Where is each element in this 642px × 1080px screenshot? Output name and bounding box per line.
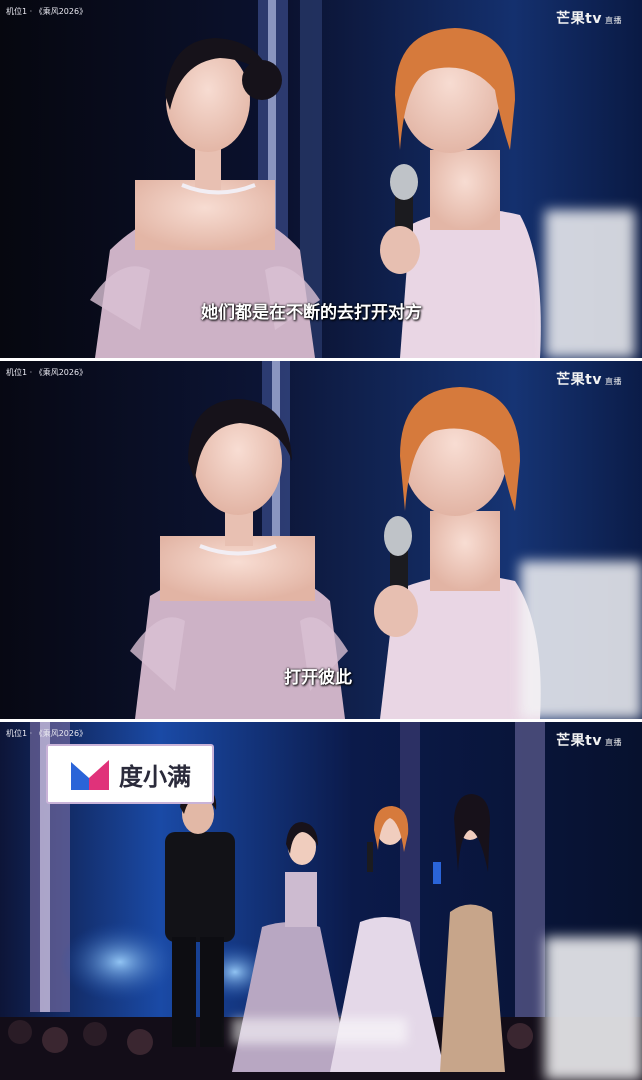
logo-text: 芒果tv: [556, 11, 602, 27]
mangotv-logo: 芒果tv 直播: [556, 8, 622, 28]
video-frame-2: 机位1 · 《乘风2026》 芒果tv 直播 打开彼此: [0, 361, 642, 719]
logo-text: 芒果tv: [556, 733, 602, 749]
sponsor-sign: 度小满: [46, 744, 214, 804]
subtitle-text: 打开彼此: [284, 668, 352, 688]
live-label: 直播: [605, 16, 622, 25]
subtitle-text: 她们都是在不断的去打开对方: [201, 303, 422, 323]
video-frame-3: 机位1 · 《乘风2026》 芒果tv 直播 度小满: [0, 722, 642, 1080]
duxiaoman-logo-icon: [71, 760, 109, 790]
camera-channel-label: 机位1 · 《乘风2026》: [6, 368, 88, 377]
live-label: 直播: [605, 738, 622, 747]
logo-text: 芒果tv: [556, 372, 602, 388]
sponsor-name: 度小满: [119, 762, 191, 791]
mangotv-logo: 芒果tv 直播: [556, 369, 622, 389]
mangotv-logo: 芒果tv 直播: [556, 730, 622, 750]
live-label: 直播: [605, 377, 622, 386]
camera-channel-label: 机位1 · 《乘风2026》: [6, 729, 88, 738]
video-frame-1: 机位1 · 《乘风2026》 芒果tv 直播 她们都是在不断的去打开对方: [0, 0, 642, 358]
camera-channel-label: 机位1 · 《乘风2026》: [6, 7, 88, 16]
